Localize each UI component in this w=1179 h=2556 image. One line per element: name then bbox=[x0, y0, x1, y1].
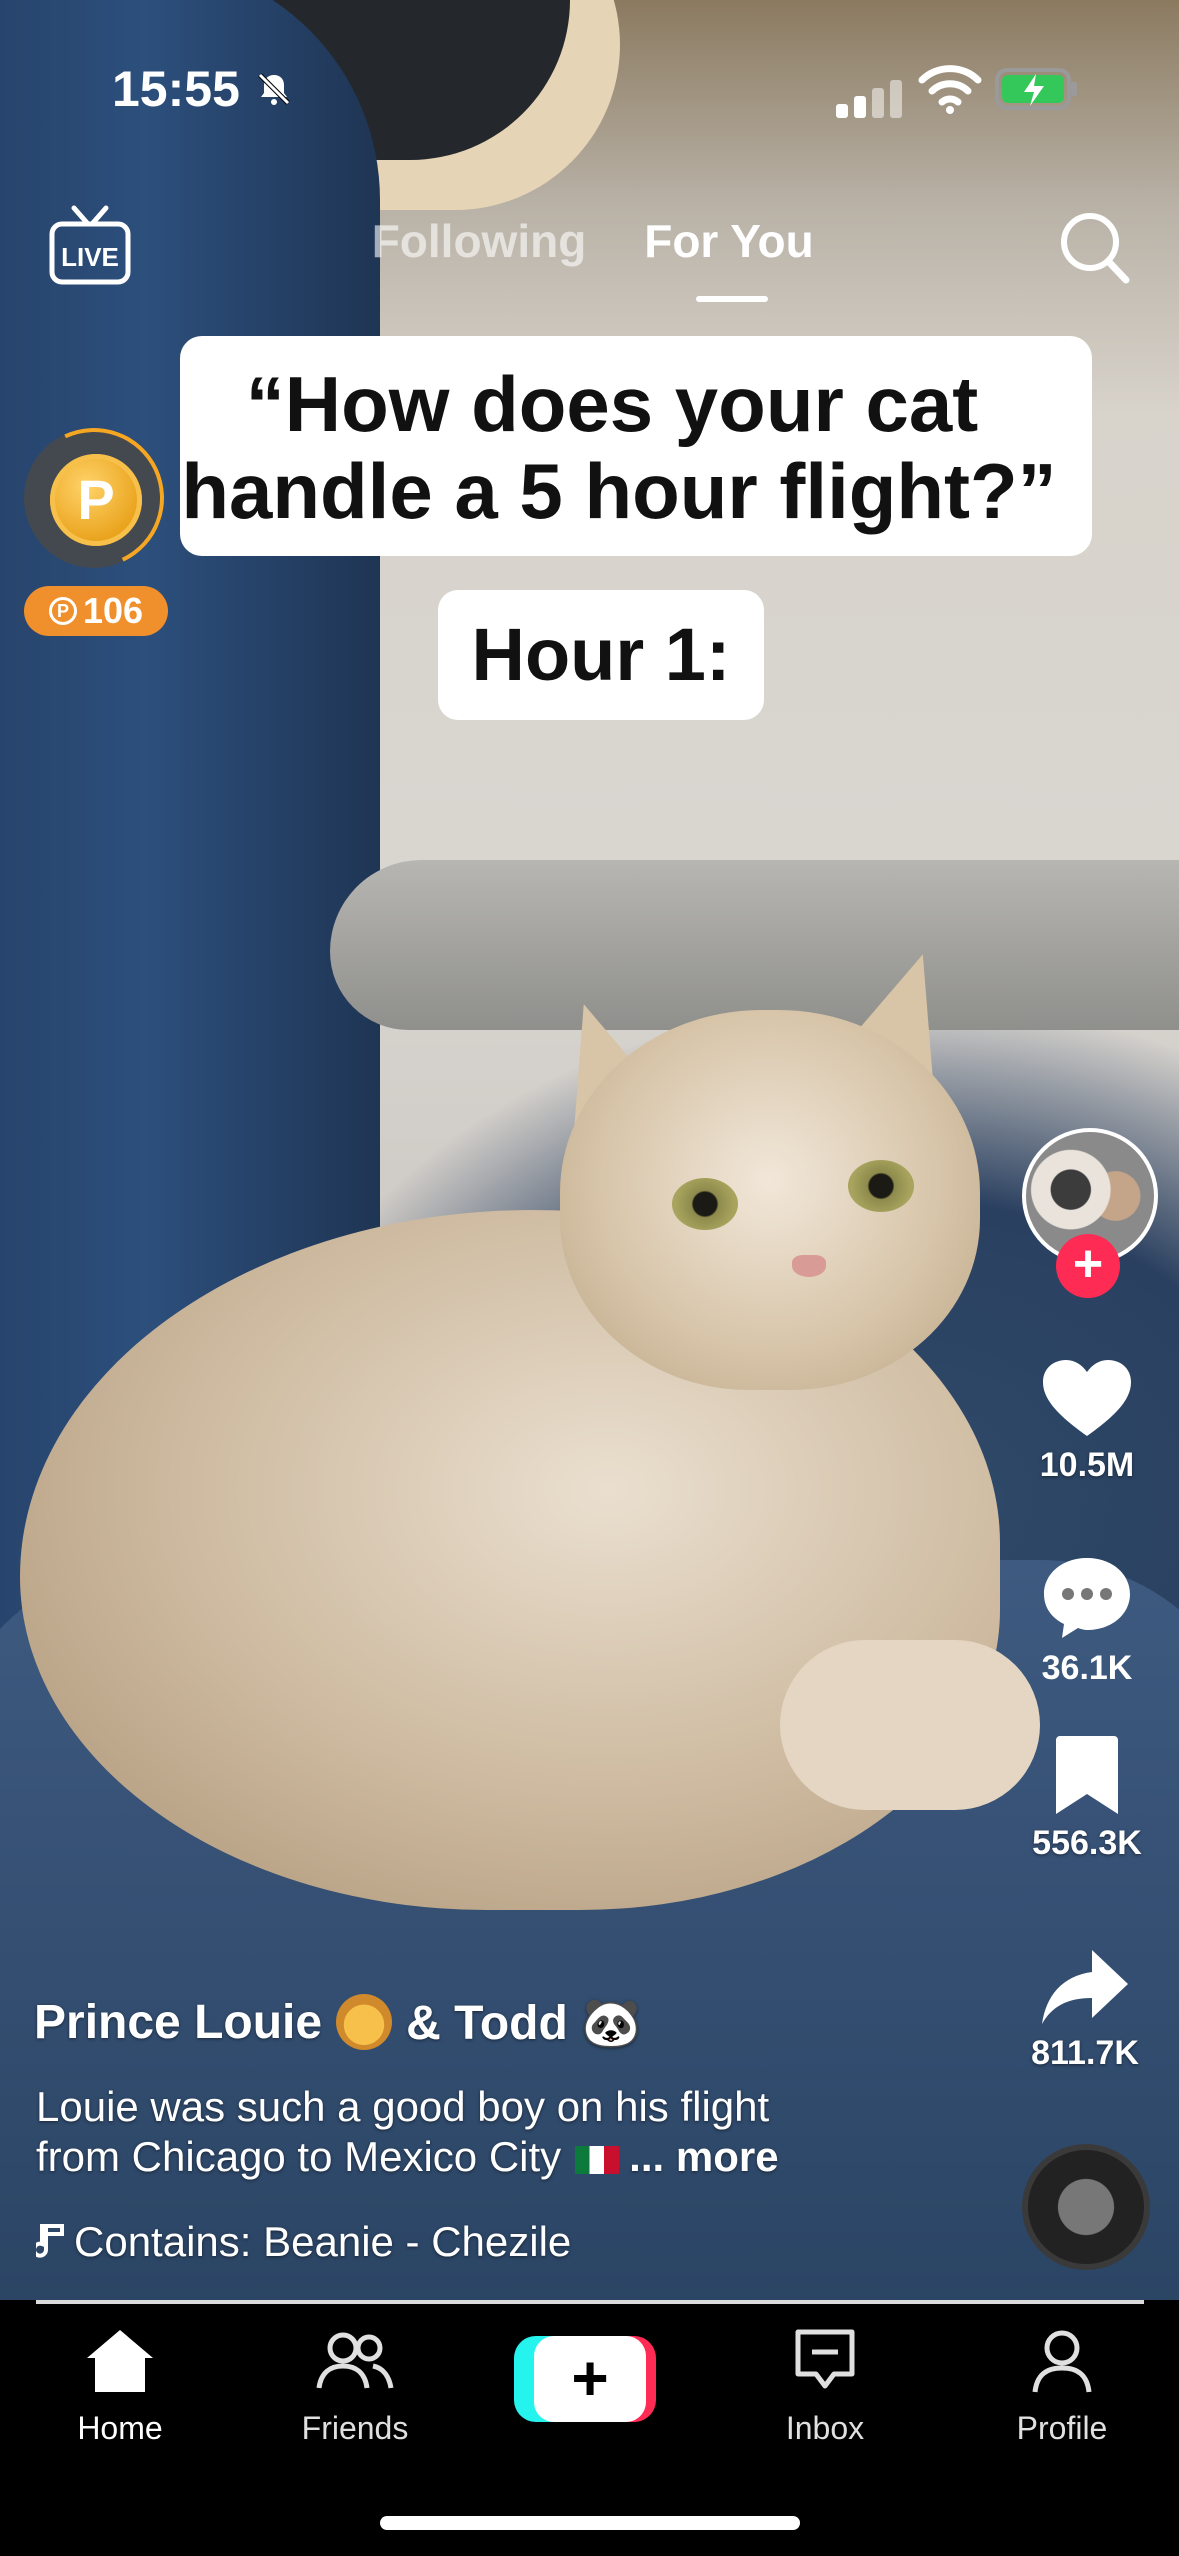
status-time: 15:55 bbox=[112, 56, 294, 122]
author-name-suffix[interactable]: & Todd 🐼 bbox=[406, 1994, 641, 2051]
home-icon bbox=[87, 2330, 153, 2392]
music-title: Contains: Beanie - Chezile bbox=[74, 2218, 572, 2265]
lion-emoji-icon bbox=[336, 1994, 393, 2050]
description-line-2-text: from Chicago to Mexico City bbox=[36, 2133, 562, 2180]
tab-inbox[interactable]: Inbox bbox=[770, 2326, 880, 2447]
tab-following[interactable]: Following bbox=[362, 206, 596, 276]
creator-avatar-button[interactable]: + bbox=[1014, 1124, 1162, 1300]
video-overlay-text: Hour 1: bbox=[438, 590, 764, 720]
share-count: 811.7K bbox=[1031, 2034, 1139, 2072]
cat-eye-left bbox=[672, 1178, 738, 1230]
battery-charging-icon bbox=[995, 68, 1077, 110]
cat-eye-right bbox=[848, 1160, 914, 1212]
search-icon[interactable] bbox=[1040, 186, 1152, 310]
create-button[interactable]: + bbox=[514, 2336, 656, 2422]
tab-inbox-label: Inbox bbox=[785, 2410, 865, 2446]
inbox-message-icon bbox=[795, 2329, 855, 2389]
coin-count-badge[interactable]: P 106 bbox=[24, 586, 168, 636]
friends-icon bbox=[316, 2332, 394, 2389]
tab-profile-label: Profile bbox=[1016, 2410, 1108, 2446]
tab-friends-label: Friends bbox=[301, 2410, 409, 2446]
comment-button[interactable] bbox=[1040, 1552, 1134, 1642]
post-description[interactable]: Louie was such a good boy on his flight … bbox=[36, 2082, 856, 2182]
author-row[interactable]: Prince Louie & Todd 🐼 bbox=[34, 1990, 641, 2054]
seat-armrest bbox=[330, 860, 1179, 1030]
bookmark-button[interactable]: 556.3K bbox=[1020, 1732, 1154, 1863]
bookmark-icon bbox=[1056, 1736, 1118, 1814]
cat-paws bbox=[780, 1640, 1040, 1810]
svg-text:LIVE: LIVE bbox=[61, 242, 119, 272]
video-caption-line-1: “How does your cat bbox=[245, 360, 979, 448]
coin-count: 106 bbox=[82, 590, 144, 631]
cat-nose bbox=[792, 1255, 826, 1277]
follow-plus-button[interactable]: + bbox=[1056, 1234, 1120, 1298]
video-progress-bar[interactable] bbox=[36, 2300, 1144, 2304]
live-tv-icon[interactable]: LIVE bbox=[44, 200, 136, 290]
home-indicator[interactable] bbox=[380, 2516, 800, 2530]
tab-home[interactable]: Home bbox=[60, 2326, 180, 2447]
tab-home-label: Home bbox=[77, 2410, 163, 2446]
description-line-2: from Chicago to Mexico City ... more bbox=[36, 2132, 856, 2182]
coin-small-icon: P bbox=[48, 597, 77, 625]
mexico-flag-icon bbox=[575, 2145, 620, 2174]
profile-icon bbox=[1032, 2330, 1092, 2393]
more-link[interactable]: ... more bbox=[629, 2133, 778, 2180]
create-plus-glyph: + bbox=[534, 2336, 646, 2422]
like-count: 10.5M bbox=[1039, 1446, 1135, 1484]
bookmark-count: 556.3K bbox=[1032, 1824, 1142, 1862]
share-button[interactable]: 811.7K bbox=[1028, 1946, 1142, 2073]
video-caption-line-2: handle a 5 hour flight?” bbox=[181, 447, 1057, 535]
like-button[interactable]: 10.5M bbox=[1034, 1356, 1140, 1485]
tab-profile[interactable]: Profile bbox=[1000, 2326, 1124, 2447]
share-arrow-icon bbox=[1042, 1950, 1128, 2024]
music-row[interactable]: Contains: Beanie - Chezile bbox=[32, 2214, 572, 2270]
comment-count: 36.1K bbox=[1041, 1649, 1133, 1687]
music-note-icon bbox=[32, 2224, 64, 2258]
bell-slash-icon bbox=[258, 73, 290, 105]
heart-icon bbox=[1043, 1360, 1131, 1436]
description-line-1: Louie was such a good boy on his flight bbox=[36, 2083, 770, 2130]
tab-for-you[interactable]: For You bbox=[628, 206, 830, 276]
tab-friends[interactable]: Friends bbox=[290, 2326, 420, 2447]
video-progress-fill bbox=[36, 2300, 1144, 2304]
status-time-text: 15:55 bbox=[112, 61, 240, 117]
create-plus-icon: + bbox=[514, 2336, 656, 2422]
coin-icon: P bbox=[50, 454, 142, 546]
signal-icon bbox=[836, 64, 912, 118]
cat-head bbox=[560, 1010, 980, 1390]
author-name[interactable]: Prince Louie bbox=[34, 1995, 322, 2050]
music-disc-button[interactable] bbox=[1022, 2144, 1150, 2270]
comment-bubble-icon bbox=[1044, 1558, 1130, 1638]
tiktok-feed-screen: 15:55 LIVE Following For You “How does y… bbox=[0, 0, 1179, 2556]
coin-reward-widget[interactable]: P bbox=[20, 424, 170, 576]
selected-tab-indicator bbox=[696, 296, 768, 302]
wifi-icon bbox=[918, 65, 982, 114]
